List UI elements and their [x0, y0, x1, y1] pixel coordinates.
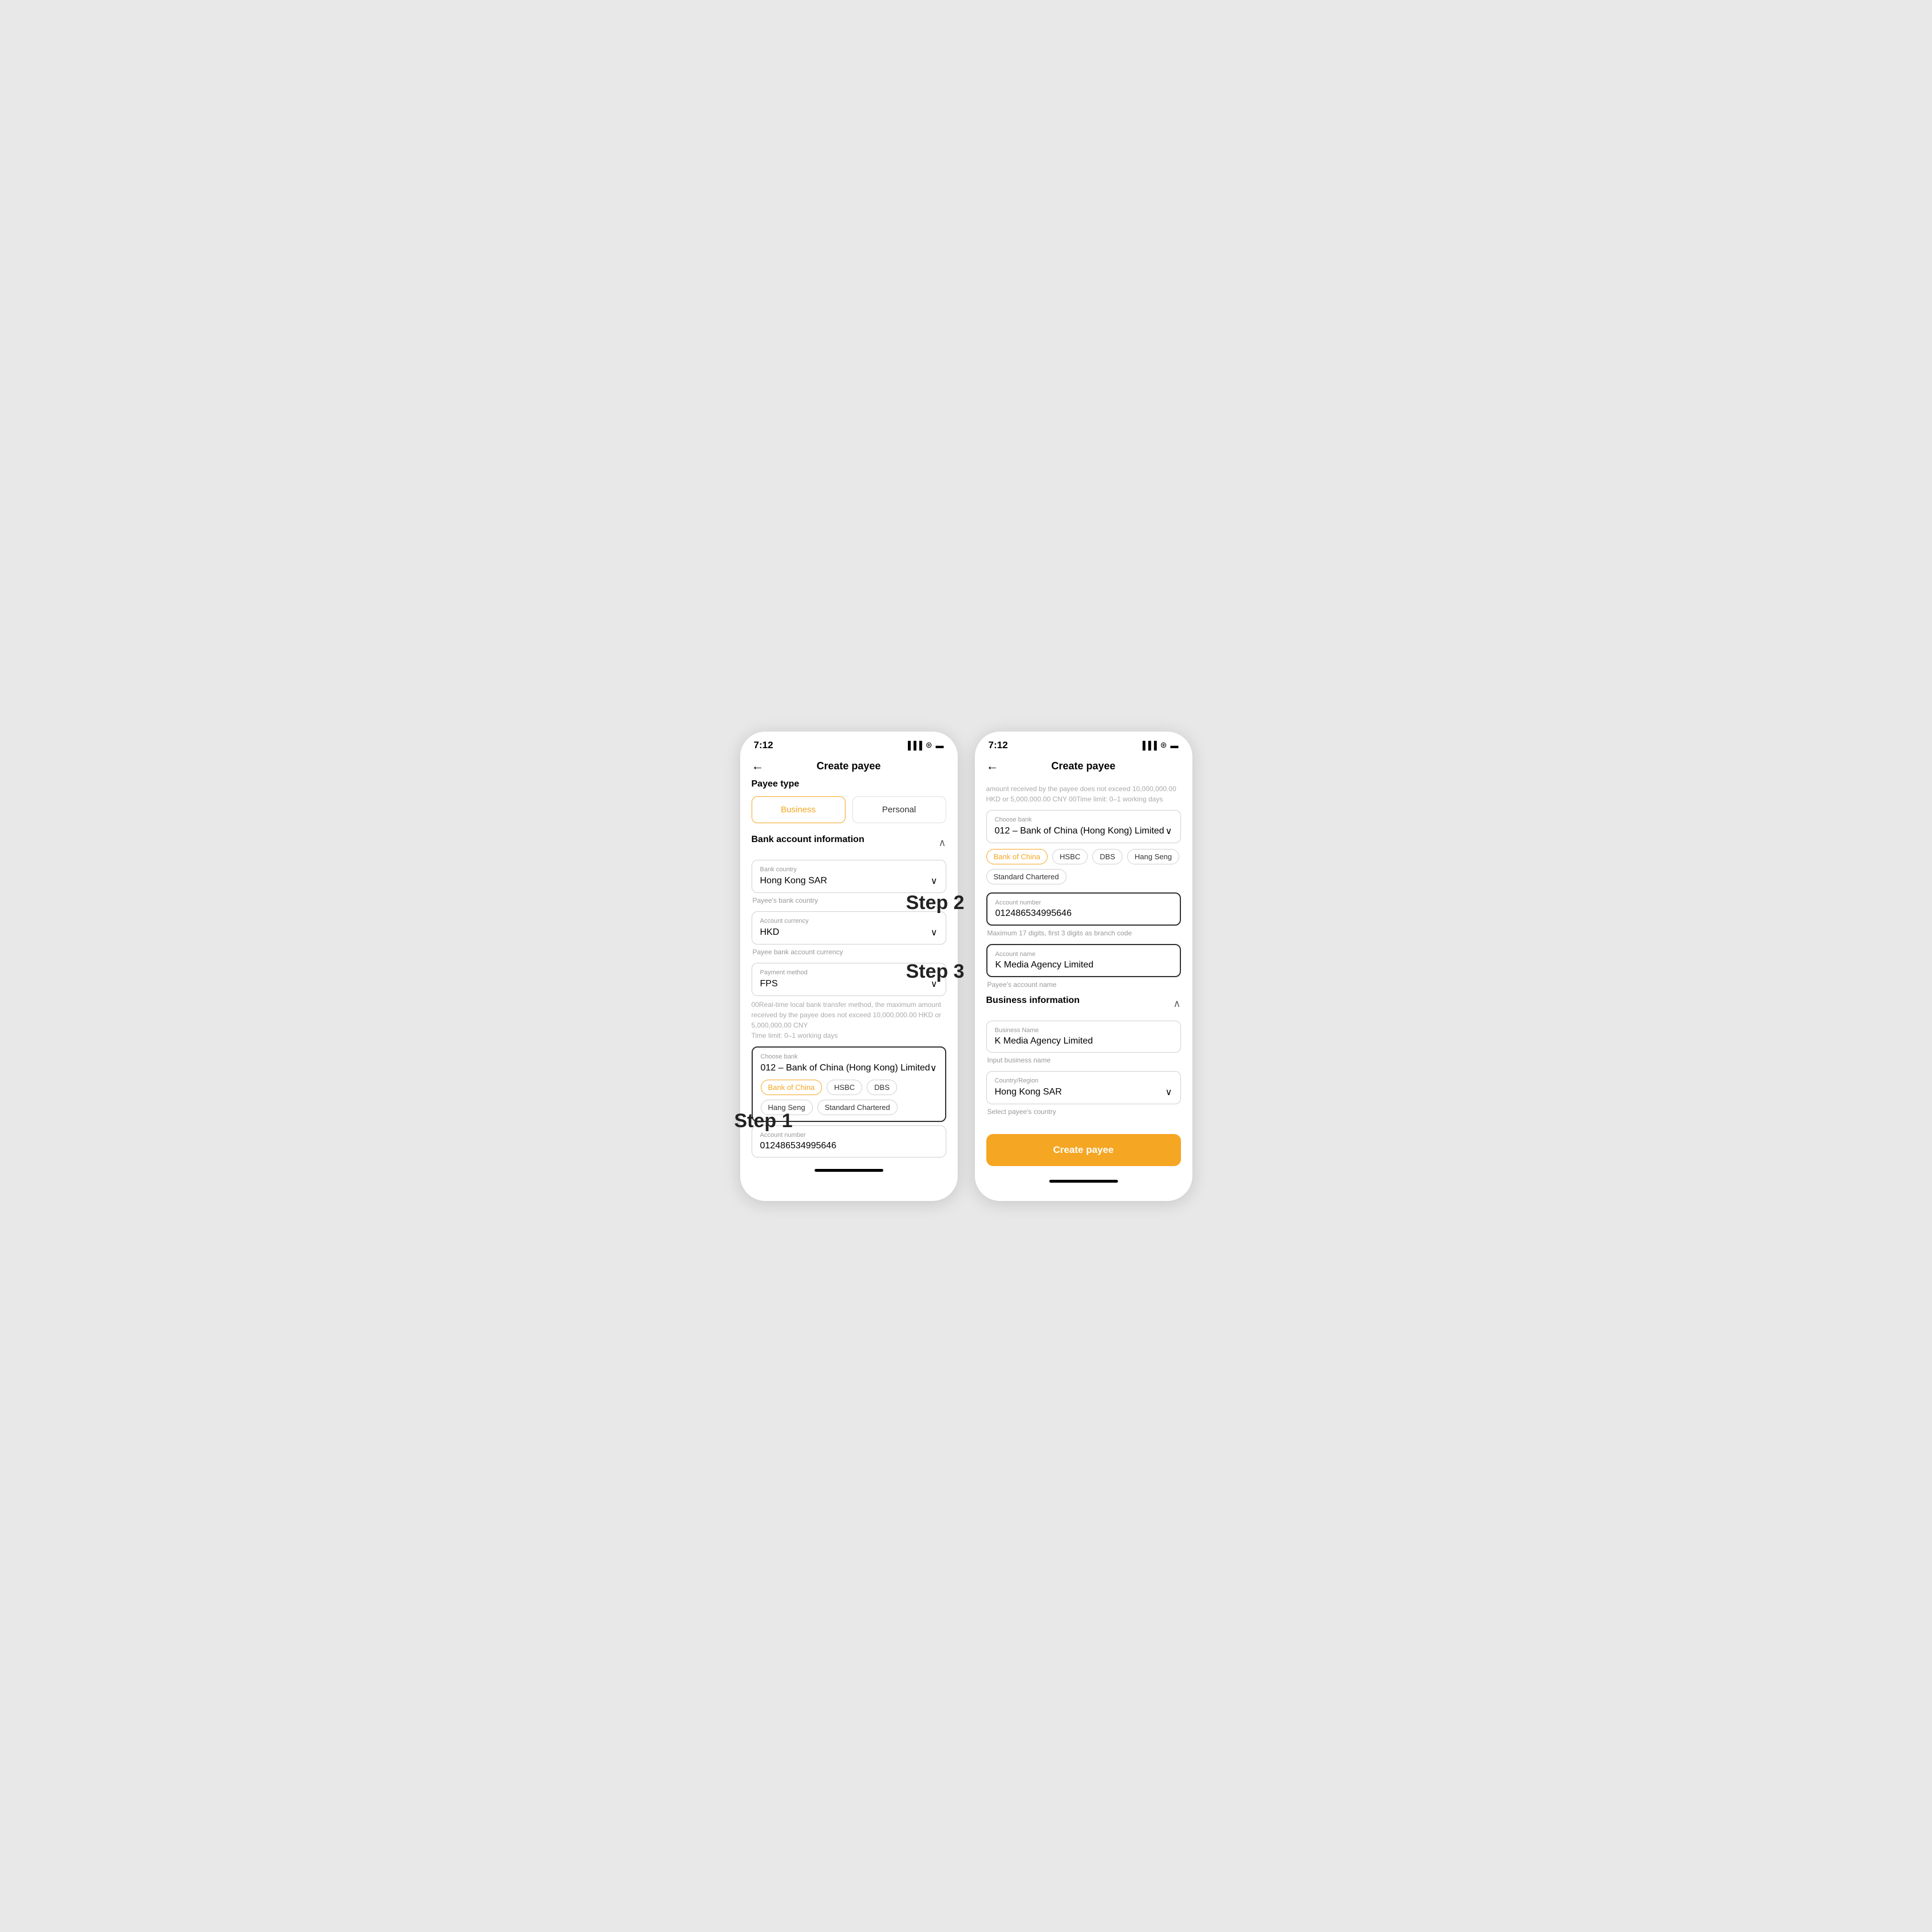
right-battery-icon: ▬: [1171, 741, 1179, 750]
right-home-indicator: [1049, 1180, 1118, 1183]
left-payment-method-value: FPS: [760, 979, 778, 989]
right-chip-boc[interactable]: Bank of China: [986, 849, 1048, 864]
left-bank-info-title: Bank account information: [752, 835, 864, 845]
right-scroll-content: Choose bank 012 – Bank of China (Hong Ko…: [975, 804, 1192, 1172]
right-business-info-title: Business information: [986, 995, 1080, 1006]
right-signal-icon: ▐▐▐: [1140, 741, 1157, 750]
left-back-button[interactable]: ←: [752, 758, 764, 773]
left-bank-info-chevron[interactable]: ∧: [938, 837, 946, 849]
right-nav-title: Create payee: [1051, 760, 1115, 772]
create-payee-button[interactable]: Create payee: [986, 1134, 1181, 1166]
right-business-info-chevron[interactable]: ∧: [1173, 998, 1180, 1010]
right-chip-sc[interactable]: Standard Chartered: [986, 869, 1066, 884]
left-account-currency-label: Account currency: [760, 918, 938, 924]
left-home-indicator: [815, 1169, 883, 1172]
right-status-time: 7:12: [989, 740, 1008, 751]
right-chip-hsbc[interactable]: HSBC: [1052, 849, 1088, 864]
left-chip-hsbc[interactable]: HSBC: [827, 1080, 862, 1095]
right-phone-wrapper: 7:12 ▐▐▐ ⊛ ▬ ← Create payee amount recei…: [975, 732, 1192, 1201]
right-country-region-value: Hong Kong SAR: [995, 1087, 1062, 1097]
right-account-number-label: Account number: [995, 899, 1172, 906]
step3-label: Step 3: [906, 961, 965, 983]
left-payee-type-title: Payee type: [752, 779, 946, 789]
right-choose-bank-chevron: ∨: [1165, 825, 1172, 837]
right-business-name-value: K Media Agency Limited: [995, 1036, 1093, 1046]
right-chip-dbs[interactable]: DBS: [1092, 849, 1123, 864]
left-choose-bank-value: 012 – Bank of China (Hong Kong) Limited: [761, 1063, 930, 1073]
signal-icon: ▐▐▐: [905, 741, 922, 750]
step1-label: Step 1: [734, 1110, 793, 1132]
right-nav-bar: ← Create payee: [975, 756, 1192, 779]
right-country-region-field[interactable]: Country/Region Hong Kong SAR ∨: [986, 1071, 1181, 1104]
left-choose-bank-label: Choose bank: [761, 1053, 937, 1060]
right-business-info-header: Business information ∧: [986, 995, 1181, 1013]
right-account-number-field[interactable]: Account number 012486534995646: [986, 892, 1181, 926]
right-business-name-label: Business Name: [995, 1027, 1172, 1034]
right-account-name-field[interactable]: Account name K Media Agency Limited: [986, 944, 1181, 977]
personal-type-button[interactable]: Personal: [852, 796, 946, 823]
left-bank-country-value: Hong Kong SAR: [760, 876, 827, 886]
right-chip-hangseng[interactable]: Hang Seng: [1127, 849, 1179, 864]
left-nav-title: Create payee: [816, 760, 880, 772]
right-phone: 7:12 ▐▐▐ ⊛ ▬ ← Create payee amount recei…: [975, 732, 1192, 1201]
main-container: 7:12 ▐▐▐ ⊛ ▬ ← Create payee Payee type: [740, 732, 1192, 1201]
right-truncated-text: amount received by the payee does not ex…: [986, 785, 1176, 803]
left-account-currency-value: HKD: [760, 927, 780, 938]
left-account-number-label: Account number: [760, 1132, 938, 1139]
right-truncated-info: amount received by the payee does not ex…: [975, 779, 1192, 804]
right-choose-bank-value: 012 – Bank of China (Hong Kong) Limited: [995, 826, 1164, 836]
right-wifi-icon: ⊛: [1160, 740, 1167, 750]
left-choose-bank-chevron: ∨: [930, 1062, 937, 1074]
left-payee-type-row: Business Personal: [752, 796, 946, 823]
battery-icon: ▬: [936, 741, 944, 750]
left-bank-country-field[interactable]: Bank country Hong Kong SAR ∨: [752, 860, 946, 893]
left-bank-country-chevron: ∨: [931, 875, 938, 887]
right-account-number-hint: Maximum 17 digits, first 3 digits as bra…: [986, 929, 1181, 937]
left-chip-sc[interactable]: Standard Chartered: [817, 1100, 898, 1115]
business-type-button[interactable]: Business: [752, 796, 846, 823]
left-account-currency-chevron: ∨: [931, 927, 938, 938]
wifi-icon: ⊛: [926, 740, 933, 750]
right-country-region-hint: Select payee's country: [986, 1108, 1181, 1116]
left-nav-bar: ← Create payee: [740, 756, 958, 779]
left-account-currency-hint: Payee bank account currency: [752, 948, 946, 956]
left-status-time: 7:12: [754, 740, 773, 751]
right-status-icons: ▐▐▐ ⊛ ▬: [1140, 740, 1179, 750]
left-chip-dbs[interactable]: DBS: [867, 1080, 897, 1095]
left-bank-country-label: Bank country: [760, 866, 938, 873]
right-bank-chips: Bank of China HSBC DBS Hang Seng Standar…: [986, 849, 1181, 884]
right-choose-bank-label: Choose bank: [995, 816, 1172, 823]
right-business-name-hint: Input business name: [986, 1056, 1181, 1064]
right-back-button[interactable]: ←: [986, 758, 999, 773]
left-status-icons: ▐▐▐ ⊛ ▬: [905, 740, 944, 750]
left-bank-info-header: Bank account information ∧: [752, 835, 946, 852]
right-account-number-value: 012486534995646: [995, 908, 1072, 918]
right-country-region-chevron: ∨: [1165, 1086, 1172, 1098]
right-choose-bank-field[interactable]: Choose bank 012 – Bank of China (Hong Ko…: [986, 810, 1181, 843]
left-account-number-value: 012486534995646: [760, 1141, 836, 1151]
right-account-name-label: Account name: [995, 951, 1172, 958]
left-chip-boc[interactable]: Bank of China: [761, 1080, 823, 1095]
right-status-bar: 7:12 ▐▐▐ ⊛ ▬: [975, 732, 1192, 756]
step2-label: Step 2: [906, 892, 965, 914]
right-country-region-label: Country/Region: [995, 1077, 1172, 1084]
left-account-currency-field[interactable]: Account currency HKD ∨: [752, 911, 946, 945]
right-account-name-value: K Media Agency Limited: [995, 960, 1094, 970]
left-status-bar: 7:12 ▐▐▐ ⊛ ▬: [740, 732, 958, 756]
left-payment-info: 00Real-time local bank transfer method, …: [752, 999, 946, 1041]
right-business-name-field[interactable]: Business Name K Media Agency Limited: [986, 1021, 1181, 1053]
right-account-name-hint: Payee's account name: [986, 981, 1181, 989]
